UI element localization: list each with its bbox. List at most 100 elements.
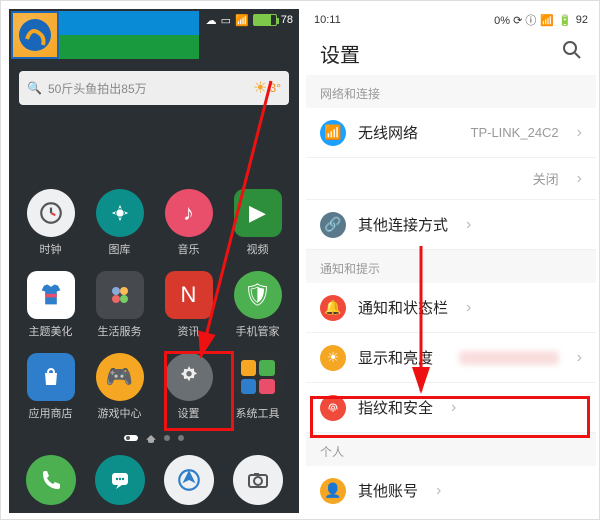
app-video[interactable]: ▶ 视频 xyxy=(226,189,289,257)
search-placeholder: 50斤头鱼拍出85万 xyxy=(48,80,147,97)
page-title: 设置 xyxy=(320,39,360,68)
right-screenshot: 10:11 0% ⟳ ⓘ 📶 🔋 92 设置 网络和连接 📶 无线网络 TP-LINK… xyxy=(306,9,596,513)
sun-icon: ☀ xyxy=(320,345,346,371)
app-theme[interactable]: 主题美化 xyxy=(19,271,82,339)
app-clock[interactable]: 时钟 xyxy=(19,189,82,257)
app-music[interactable]: ♪ 音乐 xyxy=(157,189,220,257)
app-tools[interactable]: 系统工具 xyxy=(226,353,289,421)
search-bar[interactable]: 🔍 50斤头鱼拍出85万 ☀ 3° xyxy=(19,71,289,105)
battery-pct: 78 xyxy=(281,14,293,26)
chat-icon xyxy=(95,455,145,505)
row-wifi[interactable]: 📶 无线网络 TP-LINK_24C2 › xyxy=(306,108,596,158)
link-icon: 🔗 xyxy=(320,212,346,238)
bell-icon: 🔔 xyxy=(320,295,346,321)
app-settings[interactable]: 设置 xyxy=(157,353,220,421)
app-label: 生活服务 xyxy=(98,323,142,339)
weather-widget[interactable]: ☀ 3° xyxy=(253,78,281,98)
app-news[interactable]: N 资讯 xyxy=(157,271,220,339)
chevron-right-icon: › xyxy=(577,170,582,188)
row-label: 其他账号 xyxy=(358,480,418,501)
app-security[interactable]: 🛡 手机管家 xyxy=(226,271,289,339)
app-label: 时钟 xyxy=(40,241,62,257)
watermark-logo xyxy=(11,11,199,59)
search-icon[interactable] xyxy=(562,40,582,66)
play-icon: ▶ xyxy=(234,189,282,237)
battery-icon: 🔋 xyxy=(558,14,572,27)
section-header: 通知和提示 xyxy=(306,250,596,283)
signal-icon: 📶 xyxy=(235,14,249,27)
logo-icon xyxy=(11,11,59,59)
chevron-right-icon: › xyxy=(577,349,582,367)
settings-title-bar: 设置 xyxy=(306,31,596,75)
section-header: 网络和连接 xyxy=(306,75,596,108)
app-label: 游戏中心 xyxy=(98,405,142,421)
chevron-right-icon: › xyxy=(466,299,471,317)
clock-icon xyxy=(27,189,75,237)
row-other-conn[interactable]: 🔗 其他连接方式 › xyxy=(306,200,596,250)
life-icon xyxy=(96,271,144,319)
dock-camera[interactable] xyxy=(226,455,289,505)
logo-bars xyxy=(59,11,199,59)
app-label: 主题美化 xyxy=(29,323,73,339)
chevron-right-icon: › xyxy=(466,216,471,234)
app-appstore[interactable]: 应用商店 xyxy=(19,353,82,421)
chevron-right-icon: › xyxy=(436,482,441,500)
blurred-content xyxy=(459,351,559,365)
rect-icon: ▭ xyxy=(221,14,231,27)
status-bar-right: 10:11 0% ⟳ ⓘ 📶 🔋 92 xyxy=(306,9,596,31)
wifi-icon: 📶 xyxy=(320,120,346,146)
shirt-icon xyxy=(27,271,75,319)
phone-icon xyxy=(26,455,76,505)
app-label: 视频 xyxy=(247,241,269,257)
row-value: 关闭 xyxy=(533,169,559,188)
gallery-icon xyxy=(96,189,144,237)
tiles-icon xyxy=(234,353,282,401)
row-account[interactable]: 👤其他账号› xyxy=(306,466,596,513)
row-label: 无线网络 xyxy=(358,122,418,143)
settings-list: 网络和连接📶无线网络TP-LINK_24C2›关闭›🔗其他连接方式›通知和提示🔔… xyxy=(306,75,596,513)
app-life[interactable]: 生活服务 xyxy=(88,271,151,339)
dock-sms[interactable] xyxy=(88,455,151,505)
row-notif[interactable]: 🔔 通知和状态栏 › xyxy=(306,283,596,333)
dock xyxy=(9,447,299,513)
row-label: 其他连接方式 xyxy=(358,214,448,235)
chevron-right-icon: › xyxy=(577,124,582,142)
row-label: 显示和亮度 xyxy=(358,347,433,368)
bag-icon xyxy=(27,353,75,401)
row-label: 指纹和安全 xyxy=(358,397,433,418)
web-icon xyxy=(164,455,214,505)
app-label: 图库 xyxy=(109,241,131,257)
app-label: 系统工具 xyxy=(236,405,280,421)
status-time: 10:11 xyxy=(314,14,341,26)
row-display[interactable]: ☀ 显示和亮度 › xyxy=(306,333,596,383)
left-screenshot: ☁ ▭ 📶 78 🔍 50斤头鱼拍出85万 ☀ 3° 时钟 图库 ♪ 音乐 ▶ 视频主题美… xyxy=(9,9,299,513)
chevron-right-icon: › xyxy=(451,399,456,417)
cam-icon xyxy=(233,455,283,505)
row-hotspot[interactable]: 关闭 › xyxy=(306,158,596,200)
app-gamecenter[interactable]: 🎮 游戏中心 xyxy=(88,353,151,421)
battery-icon xyxy=(253,14,277,26)
dock-browser[interactable] xyxy=(157,455,220,505)
app-label: 手机管家 xyxy=(236,323,280,339)
music-icon: ♪ xyxy=(165,189,213,237)
dock-phone[interactable] xyxy=(19,455,82,505)
row-finger[interactable]: 指纹和安全 › xyxy=(306,383,596,433)
app-label: 资讯 xyxy=(178,323,200,339)
cloud-icon: ☁ xyxy=(206,14,217,27)
row-label: 通知和状态栏 xyxy=(358,297,448,318)
section-header: 个人 xyxy=(306,433,596,466)
app-label: 应用商店 xyxy=(29,405,73,421)
page-indicator xyxy=(9,429,299,447)
battery-pct: 92 xyxy=(576,14,588,26)
app-gallery[interactable]: 图库 xyxy=(88,189,151,257)
app-label: 设置 xyxy=(178,405,200,421)
news-icon: N xyxy=(165,271,213,319)
app-grid: 时钟 图库 ♪ 音乐 ▶ 视频主题美化 生活服务 N 资讯 🛡 手机管家应用商店 🎮 游戏中心 设置 系统工… xyxy=(9,111,299,429)
game-icon: 🎮 xyxy=(96,353,144,401)
status-extras: 0% ⟳ ⓘ xyxy=(494,12,536,28)
shield-icon: 🛡 xyxy=(234,271,282,319)
gear-icon xyxy=(165,353,213,401)
search-icon: 🔍 xyxy=(27,81,42,95)
app-label: 音乐 xyxy=(178,241,200,257)
row-value: TP-LINK_24C2 xyxy=(471,125,559,140)
